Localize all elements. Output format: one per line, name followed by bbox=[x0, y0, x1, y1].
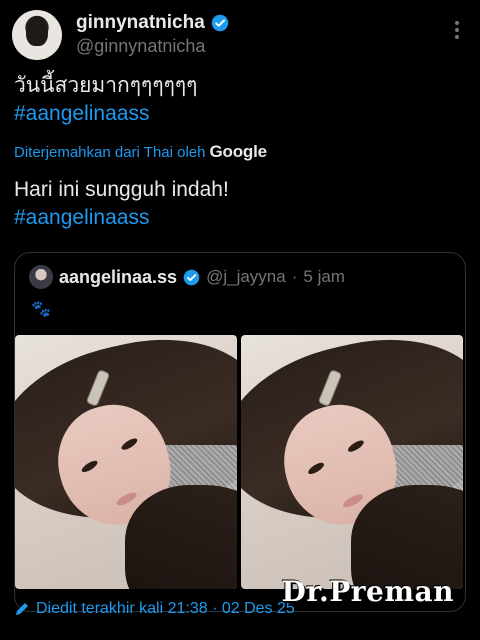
photo-lips bbox=[341, 492, 365, 510]
photo-eye bbox=[119, 436, 139, 452]
author-display-name[interactable]: ginnynatnicha bbox=[76, 12, 205, 34]
quoted-display-name[interactable]: aangelinaa.ss bbox=[59, 267, 177, 288]
author-handle[interactable]: @ginnynatnicha bbox=[76, 36, 205, 57]
tweet-original-text: วันนี้สวยมากๆๆๆๆๆๆ #aangelinaass bbox=[14, 72, 197, 128]
translation-attribution[interactable]: Diterjemahkan dari Thai oleh Google bbox=[14, 142, 267, 162]
verified-badge-icon bbox=[211, 14, 229, 32]
photo-eye bbox=[346, 438, 366, 454]
quoted-timestamp[interactable]: 5 jam bbox=[303, 267, 345, 287]
quoted-avatar[interactable] bbox=[29, 265, 53, 289]
quoted-photo-1[interactable] bbox=[15, 335, 237, 589]
quoted-tweet-card[interactable]: aangelinaa.ss @j_jayyna · 5 jam 🐾 bbox=[14, 252, 466, 612]
tweet-thai-line: วันนี้สวยมากๆๆๆๆๆๆ bbox=[14, 74, 198, 97]
tweet-header: ginnynatnicha @ginnynatnicha bbox=[12, 10, 468, 62]
more-options-icon[interactable] bbox=[452, 20, 462, 40]
quoted-emoji-text: 🐾 bbox=[31, 301, 51, 318]
quoted-handle[interactable]: @j_jayyna bbox=[206, 267, 286, 287]
translation-label: Diterjemahkan dari Thai oleh bbox=[14, 144, 206, 161]
photo-eye bbox=[80, 458, 100, 475]
translated-hashtag-link[interactable]: #aangelinaass bbox=[14, 204, 229, 232]
pencil-icon bbox=[16, 603, 28, 615]
hashtag-link[interactable]: #aangelinaass bbox=[14, 100, 197, 128]
quoted-photo-2[interactable] bbox=[241, 335, 463, 589]
quoted-tweet-header: aangelinaa.ss @j_jayyna · 5 jam bbox=[29, 265, 345, 289]
avatar[interactable] bbox=[12, 10, 62, 60]
edited-text: Diedit terakhir kali 21:38 · 02 Des 25 bbox=[36, 600, 295, 617]
translated-line: Hari ini sungguh indah! bbox=[14, 178, 229, 201]
google-logo-text: Google bbox=[209, 142, 268, 161]
edited-history-link[interactable]: Diedit terakhir kali 21:38 · 02 Des 25 bbox=[14, 600, 295, 618]
tweet-translated-text: Hari ini sungguh indah! #aangelinaass bbox=[14, 176, 229, 232]
photo-lips bbox=[115, 490, 139, 508]
author-name-row: ginnynatnicha bbox=[76, 12, 229, 34]
verified-badge-icon bbox=[183, 269, 200, 285]
quoted-separator: · bbox=[291, 267, 298, 286]
photo-eye bbox=[306, 460, 326, 477]
watermark-text: Dr.Preman bbox=[281, 575, 454, 608]
